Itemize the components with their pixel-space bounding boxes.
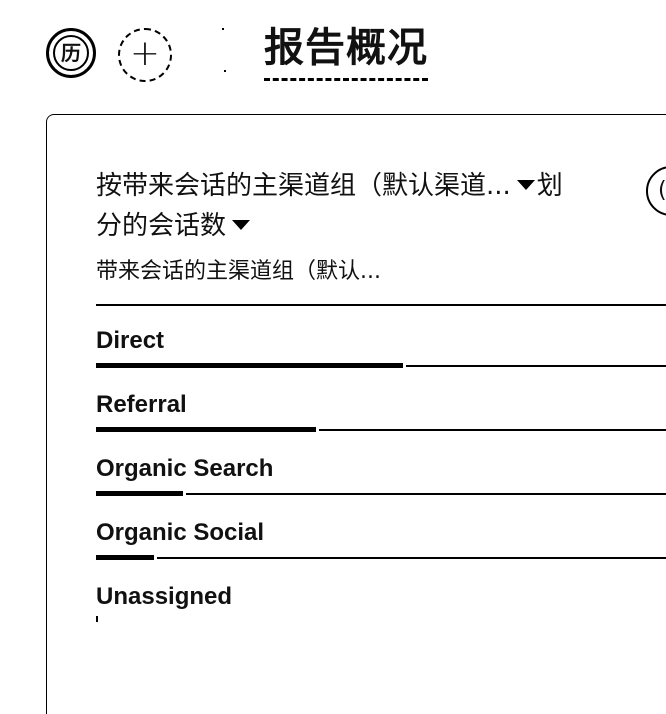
divider-dot <box>222 28 224 30</box>
title-connector: 划 <box>536 171 563 201</box>
page-title: 报告概况 <box>264 24 428 81</box>
divider-dot <box>224 70 226 72</box>
channel-row[interactable]: Organic Social <box>96 500 666 564</box>
share-bar-remainder <box>406 365 666 367</box>
header-divider <box>96 304 666 306</box>
card-options-icon: ( <box>658 178 666 203</box>
card-title: 按带来会话的主渠道组（默认渠道... 划 分的会话数 <box>96 166 616 246</box>
share-bar-fill <box>96 427 316 432</box>
channel-label: Referral <box>96 391 187 418</box>
column-header: 带来会话的主渠道组（默认... <box>96 259 381 284</box>
metric-dropdown-icon[interactable] <box>232 219 251 230</box>
channel-label: Organic Social <box>96 519 265 546</box>
share-bar-fill <box>96 555 154 560</box>
share-bar-remainder <box>319 429 666 431</box>
share-bar-fill <box>96 363 403 368</box>
share-bar <box>96 363 666 369</box>
report-badge-icon: 历 <box>46 28 96 78</box>
dimension-dropdown-icon[interactable] <box>516 179 535 190</box>
channel-label: Direct <box>96 327 165 354</box>
share-bar <box>96 491 666 497</box>
channel-row[interactable]: Referral <box>96 372 666 436</box>
share-bar-remainder <box>186 493 666 495</box>
share-bar <box>96 616 666 622</box>
channel-row[interactable]: Unassigned <box>96 564 666 628</box>
plus-icon: + <box>129 32 161 74</box>
share-bar <box>96 427 666 433</box>
channel-label: Unassigned <box>96 583 233 610</box>
channel-label: Organic Search <box>96 455 274 482</box>
metric-dimension-label: 按带来会话的主渠道组（默认渠道... <box>96 171 511 201</box>
share-bar-fill <box>96 491 183 496</box>
report-badge-glyph: 历 <box>53 35 89 71</box>
add-button[interactable]: + <box>118 28 172 82</box>
share-bar <box>96 555 666 561</box>
channel-row[interactable]: Direct <box>96 308 666 372</box>
share-bar-remainder <box>157 557 666 559</box>
metric-label: 分的会话数 <box>96 211 227 241</box>
channel-row[interactable]: Organic Search <box>96 436 666 500</box>
share-bar-fill <box>96 616 98 622</box>
